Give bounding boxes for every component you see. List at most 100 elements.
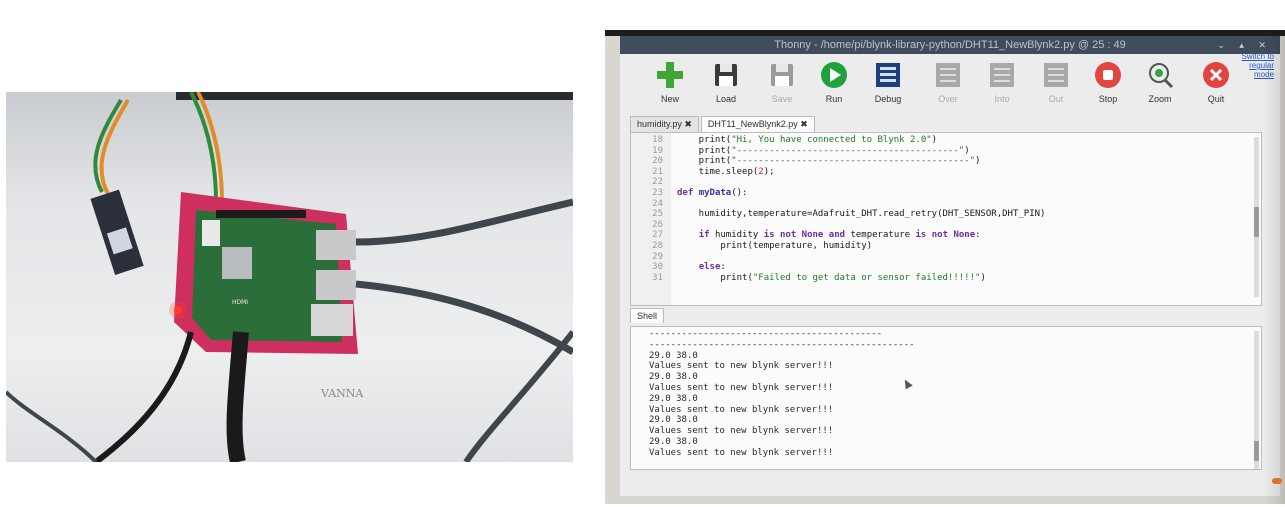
code-text: print("Failed to get data or sensor fail…	[677, 272, 986, 283]
shell-output-line: Values sent to new blynk server!!!	[649, 361, 834, 372]
code-line[interactable]: 31 print("Failed to get data or sensor f…	[631, 273, 986, 284]
line-number: 26	[652, 219, 663, 230]
line-number: 30	[652, 262, 663, 273]
shell-output-line: 29.0 38.0	[649, 415, 698, 426]
over-button-label: Over	[938, 94, 958, 104]
zoom-icon	[1145, 60, 1175, 90]
tab-humidity[interactable]: humidity.py ✖	[630, 116, 699, 132]
code-line[interactable]: 19 print("------------------------------…	[631, 145, 970, 157]
code-line[interactable]: 22	[631, 177, 677, 188]
scrollbar-thumb[interactable]	[1254, 207, 1259, 237]
line-number: 19	[652, 145, 663, 156]
code-text: else:	[698, 262, 726, 273]
floppy-load-icon	[711, 60, 741, 90]
code-text: def myData():	[677, 188, 748, 198]
window-titlebar: Thonny - /home/pi/blynk-library-python/D…	[620, 36, 1280, 54]
code-line[interactable]: 21 time.sleep(2);	[631, 166, 775, 178]
zoom-button-label: Zoom	[1148, 94, 1172, 104]
debug-button[interactable]: Debug	[860, 60, 916, 116]
quit-icon	[1201, 60, 1231, 90]
thonny-window: Thonny - /home/pi/blynk-library-python/D…	[620, 36, 1280, 496]
line-number: 23	[652, 188, 663, 198]
tab-shell[interactable]: Shell	[630, 308, 665, 323]
floppy-save-icon	[767, 60, 797, 90]
code-line[interactable]: 20 print("------------------------------…	[631, 156, 980, 167]
code-line[interactable]: 25 humidity,temperature=Adafruit_DHT.rea…	[631, 209, 1045, 220]
stop-button[interactable]: Stop	[1080, 60, 1136, 116]
raspberry-pi-photo: HDMI VANNA	[6, 92, 573, 462]
new-button[interactable]: New	[642, 60, 698, 116]
new-button-label: New	[660, 94, 679, 104]
zoom-button[interactable]: Zoom	[1132, 60, 1188, 116]
editor-scrollbar[interactable]	[1254, 137, 1259, 297]
debug-button-label: Debug	[874, 94, 902, 104]
code-editor[interactable]: 18 print("Hi, You have connected to Blyn…	[630, 132, 1262, 306]
stop-icon	[1093, 60, 1123, 90]
code-text: if humidity is not None and temperature …	[698, 230, 981, 241]
toolbar: New Load Save Run Debug Over Into Out Stop Zoom Qu…	[620, 54, 1280, 116]
code-text: print("---------------------------------…	[677, 156, 981, 167]
hdmi-label: HDMI	[232, 299, 248, 306]
shell-output-line: Values sent to new blynk server!!!	[649, 426, 834, 437]
stop-button-label: Stop	[1098, 94, 1118, 104]
shell-output-line: 29.0 38.0	[649, 393, 698, 404]
line-number: 24	[652, 198, 663, 209]
dht11-sensor	[90, 189, 144, 275]
scrollbar-thumb[interactable]	[1254, 441, 1259, 461]
code-line[interactable]: 24	[631, 199, 677, 210]
shell-output-line: Values sent to new blynk server!!!	[649, 383, 834, 393]
code-line[interactable]: 23 def myData():	[631, 188, 747, 199]
code-line[interactable]: 27 if humidity is not None and temperatu…	[631, 230, 981, 241]
line-number: 29	[652, 251, 663, 262]
debug-icon	[873, 60, 903, 90]
shell-output-line: 29.0 38.0	[649, 437, 698, 447]
shell-output-line: ----------------------------------------…	[649, 329, 882, 339]
out-button[interactable]: Out	[1028, 60, 1084, 116]
shell-console[interactable]: ----------------------------------------…	[630, 326, 1262, 470]
line-number: 31	[652, 272, 663, 283]
play-icon	[819, 60, 849, 90]
shell-output-line: 29.0 38.0	[649, 372, 698, 383]
code-line[interactable]: 28 print(temperature, humidity)	[631, 241, 872, 252]
load-button[interactable]: Load	[698, 60, 754, 116]
shell-panel-tab[interactable]: Shell	[630, 308, 666, 323]
shell-output-line: Values sent to new blynk server!!!	[649, 447, 834, 458]
out-button-label: Out	[1048, 94, 1064, 104]
line-number: 28	[652, 241, 663, 251]
monitor-photo: Thonny - /home/pi/blynk-library-python/D…	[605, 30, 1285, 504]
save-button[interactable]: Save	[754, 60, 810, 116]
line-number: 25	[652, 209, 663, 220]
shell-output-line: ----------------------------------------…	[649, 339, 915, 350]
load-button-label: Load	[715, 94, 737, 104]
code-line[interactable]: 26	[631, 220, 677, 231]
code-text: humidity,temperature=Adafruit_DHT.read_r…	[677, 209, 1046, 220]
step-out-icon	[1041, 60, 1071, 90]
tab-dht11-newblynk2[interactable]: DHT11_NewBlynk2.py ✖	[700, 116, 815, 132]
code-line[interactable]: 30 else:	[631, 262, 726, 273]
code-text: print("---------------------------------…	[677, 145, 970, 156]
run-button[interactable]: Run	[806, 60, 862, 116]
hardware-photo-illustration: HDMI VANNA	[6, 92, 573, 462]
desk-handwriting: VANNA	[320, 387, 364, 400]
code-text: print(temperature, humidity)	[677, 241, 873, 251]
over-button[interactable]: Over	[920, 60, 976, 116]
quit-button-label: Quit	[1207, 94, 1225, 104]
shell-output-line: Values sent to new blynk server!!!	[649, 404, 834, 415]
mouse-cursor-icon	[901, 377, 913, 390]
into-button[interactable]: Into	[974, 60, 1030, 116]
line-number: 21	[652, 166, 663, 177]
shell-scrollbar[interactable]	[1254, 331, 1259, 469]
editor-tabs: humidity.py ✖ DHT11_NewBlynk2.py ✖	[630, 116, 817, 132]
plus-icon	[655, 60, 685, 90]
code-line[interactable]: 18 print("Hi, You have connected to Blyn…	[631, 135, 937, 146]
line-number: 27	[652, 230, 663, 241]
photo-shadow	[1263, 30, 1285, 504]
code-text: print("Hi, You have connected to Blynk 2…	[677, 135, 938, 145]
code-text: time.sleep(2);	[677, 166, 775, 177]
save-button-label: Save	[771, 94, 793, 104]
step-over-icon	[933, 60, 963, 90]
corner-mark	[1272, 478, 1282, 484]
into-button-label: Into	[994, 94, 1010, 104]
window-title: Thonny - /home/pi/blynk-library-python/D…	[774, 39, 1126, 51]
code-line[interactable]: 29	[631, 252, 677, 263]
